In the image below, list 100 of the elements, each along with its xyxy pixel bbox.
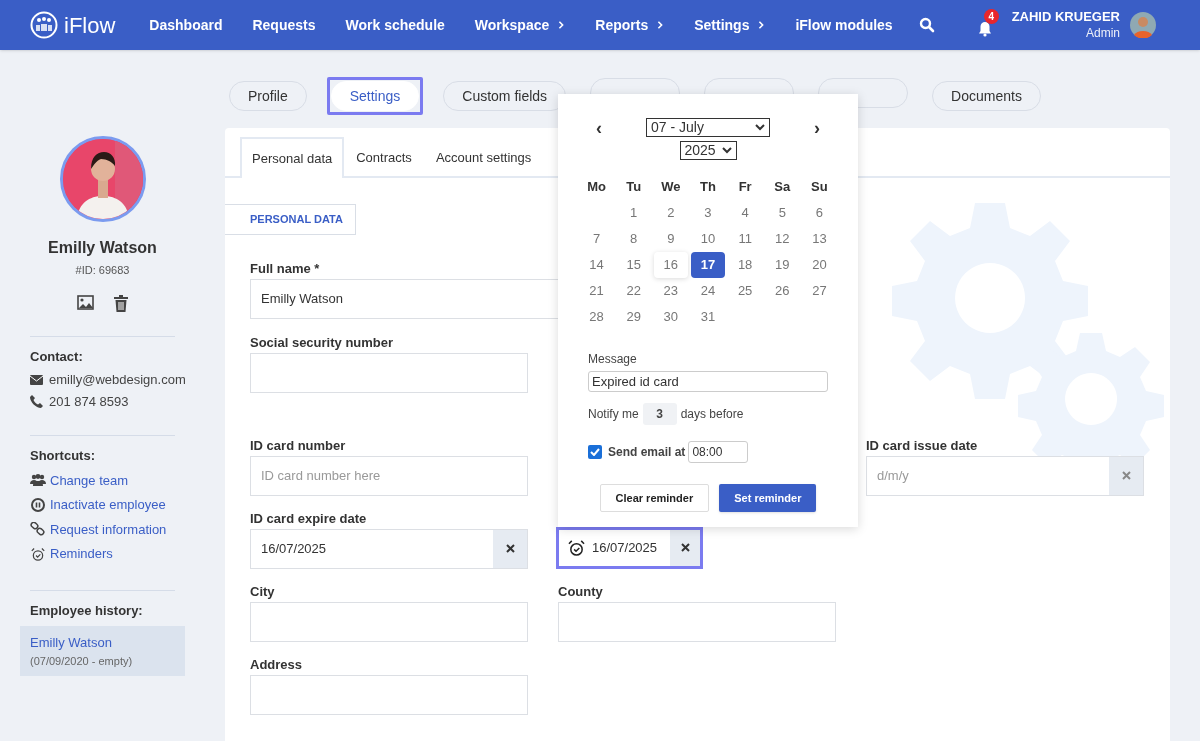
clear-reminder-button[interactable]: Clear reminder bbox=[599, 484, 710, 512]
calendar-day[interactable]: 22 bbox=[616, 278, 651, 304]
shortcut-link[interactable]: Request information bbox=[50, 519, 167, 539]
calendar-day[interactable]: 21 bbox=[579, 278, 614, 304]
nav-link[interactable]: Requests bbox=[252, 14, 316, 36]
calendar-day[interactable]: 25 bbox=[728, 278, 763, 304]
calendar-day[interactable]: 26 bbox=[765, 278, 800, 304]
calendar-day[interactable]: 6 bbox=[802, 200, 837, 226]
calendar-day[interactable]: 8 bbox=[616, 226, 651, 252]
logo-icon bbox=[30, 11, 58, 39]
calendar-day[interactable]: 13 bbox=[802, 226, 837, 252]
calendar-day[interactable]: 5 bbox=[765, 200, 800, 226]
user-name: ZAHID KRUEGER bbox=[1011, 9, 1120, 26]
days-field[interactable]: 3 bbox=[642, 403, 677, 425]
alarm-clock-icon bbox=[30, 546, 46, 561]
send-email-label: Send email at bbox=[608, 444, 686, 461]
calendar-day[interactable]: 10 bbox=[691, 226, 725, 252]
tab[interactable]: Contracts bbox=[344, 137, 424, 178]
calendar-day[interactable]: 2 bbox=[653, 200, 688, 226]
nav-link[interactable]: Workspace bbox=[474, 14, 566, 36]
calendar-day[interactable]: 23 bbox=[653, 278, 688, 304]
input-field[interactable] bbox=[250, 352, 528, 393]
next-month-button[interactable]: › bbox=[814, 118, 820, 137]
user-avatar bbox=[1130, 12, 1156, 38]
calendar-day[interactable]: 4 bbox=[728, 200, 763, 226]
nav-link[interactable]: Work schedule bbox=[345, 14, 445, 36]
alarm-clock-icon bbox=[567, 539, 586, 556]
calendar-day[interactable]: 24 bbox=[691, 278, 725, 304]
tab[interactable]: Account settings bbox=[423, 137, 544, 178]
bell-icon bbox=[977, 21, 992, 37]
input-field[interactable]: ID card number here bbox=[250, 455, 528, 496]
calendar-day[interactable]: 15 bbox=[616, 252, 651, 278]
weekday-label: We bbox=[660, 178, 682, 197]
calendar-day[interactable]: 1 bbox=[616, 200, 651, 226]
pause-icon bbox=[30, 497, 46, 512]
user-role: Admin bbox=[1086, 25, 1120, 41]
calendar-day[interactable]: 18 bbox=[728, 252, 763, 278]
contact-text: 201 874 8593 bbox=[49, 392, 129, 411]
caret-icon bbox=[721, 147, 732, 154]
calendar-day[interactable]: 19 bbox=[765, 252, 800, 278]
reminder-field[interactable]: 16/07/2025 bbox=[556, 526, 703, 569]
message-field[interactable]: Expired id card bbox=[588, 371, 828, 392]
shortcuts-heading: Shortcuts: bbox=[30, 447, 96, 465]
checkbox[interactable] bbox=[588, 445, 602, 459]
calendar-day[interactable]: 16 bbox=[653, 252, 688, 278]
search-icon bbox=[918, 17, 935, 33]
weekday-label: Su bbox=[810, 178, 829, 197]
contact-text: emilly@webdesign.com bbox=[49, 371, 186, 389]
input-field[interactable] bbox=[250, 674, 528, 715]
brand-name: iFlow bbox=[64, 11, 116, 40]
history-period: (07/09/2020 - empty) bbox=[30, 653, 134, 669]
phone-icon bbox=[30, 394, 43, 408]
field-label: ID card issue date bbox=[866, 436, 978, 455]
tab[interactable]: Settings bbox=[330, 81, 420, 111]
time-field[interactable]: 08:00 bbox=[688, 441, 749, 463]
field-label: Social security number bbox=[250, 333, 394, 352]
employee-id: #ID: 69683 bbox=[74, 263, 131, 278]
input-field[interactable] bbox=[250, 601, 528, 642]
checkmark-icon bbox=[590, 448, 600, 456]
shortcut-link[interactable]: Change team bbox=[50, 470, 129, 490]
calendar-day[interactable]: 20 bbox=[802, 252, 837, 278]
weekday-label: Fr bbox=[737, 178, 753, 197]
date-field[interactable]: d/m/y bbox=[866, 455, 1144, 496]
nav-link[interactable]: iFlow modules bbox=[795, 14, 893, 36]
calendar-day[interactable]: 7 bbox=[579, 226, 614, 252]
previous-month-button[interactable]: ‹ bbox=[596, 118, 602, 137]
nav-link[interactable]: Reports bbox=[595, 14, 665, 36]
calendar-day[interactable]: 9 bbox=[653, 226, 688, 252]
calendar-day[interactable]: 14 bbox=[579, 252, 614, 278]
calendar-day[interactable]: 27 bbox=[802, 278, 837, 304]
tab[interactable]: Personal data bbox=[240, 137, 345, 178]
set-reminder-button[interactable]: Set reminder bbox=[719, 484, 817, 512]
caret-icon bbox=[755, 124, 765, 131]
calendar-day[interactable]: 11 bbox=[728, 226, 763, 252]
field-label: City bbox=[250, 582, 275, 601]
weekday-label: Mo bbox=[586, 178, 607, 197]
shortcut-link[interactable]: Inactivate employee bbox=[50, 495, 166, 515]
nav-link[interactable]: Dashboard bbox=[149, 14, 223, 36]
calendar-day[interactable]: 12 bbox=[765, 226, 800, 252]
month-select[interactable]: 07 - July bbox=[646, 118, 770, 137]
notification-count: 4 bbox=[983, 9, 999, 24]
employee-name: Emilly Watson bbox=[47, 238, 158, 258]
nav-link[interactable]: Settings bbox=[694, 14, 766, 36]
clear-button[interactable] bbox=[493, 529, 527, 568]
year-select[interactable]: 2025 bbox=[679, 141, 737, 160]
shortcut-link[interactable]: Reminders bbox=[50, 544, 113, 564]
history-heading: Employee history: bbox=[29, 601, 144, 620]
field-label: Address bbox=[250, 655, 303, 674]
field-label: ID card expire date bbox=[250, 509, 367, 528]
input-field[interactable] bbox=[558, 601, 836, 642]
reminder-date: 16/07/2025 bbox=[592, 538, 658, 557]
calendar-day[interactable]: 3 bbox=[691, 200, 725, 226]
date-field[interactable]: 16/07/2025 bbox=[250, 528, 528, 569]
calendar-day[interactable]: 17 bbox=[691, 252, 725, 278]
contact-heading: Contact: bbox=[30, 347, 84, 366]
envelope-icon bbox=[30, 374, 43, 385]
close-icon bbox=[1121, 471, 1131, 480]
team-icon bbox=[30, 473, 46, 488]
history-name: Emilly Watson bbox=[30, 634, 113, 652]
history-item[interactable]: Emilly Watson (07/09/2020 - empty) bbox=[20, 626, 185, 676]
